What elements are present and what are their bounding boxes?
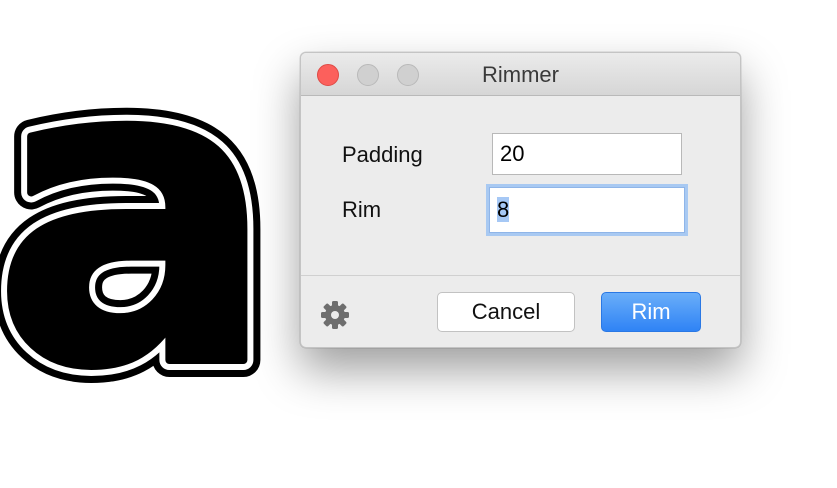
title-bar: Rimmer <box>301 53 740 96</box>
rim-field-value: 8 <box>497 197 510 222</box>
glyph-a-artwork: a a a a <box>0 0 293 477</box>
glyph-fill: a <box>0 0 276 460</box>
rim-label: Rim <box>342 197 382 222</box>
padding-label: Padding <box>342 142 423 167</box>
window-title: Rimmer <box>482 62 559 87</box>
padding-field[interactable]: 20 <box>492 133 682 175</box>
footer-divider <box>301 275 740 276</box>
cancel-button[interactable]: Cancel <box>437 292 575 332</box>
rim-button[interactable]: Rim <box>601 292 701 332</box>
rimmed-glyph-a: a a a a <box>0 0 300 488</box>
rimmer-dialog: Rimmer Padding 20 Rim 8 Cancel Rim <box>300 52 741 348</box>
rim-field[interactable]: 8 <box>489 187 685 233</box>
gear-icon[interactable] <box>320 300 350 330</box>
